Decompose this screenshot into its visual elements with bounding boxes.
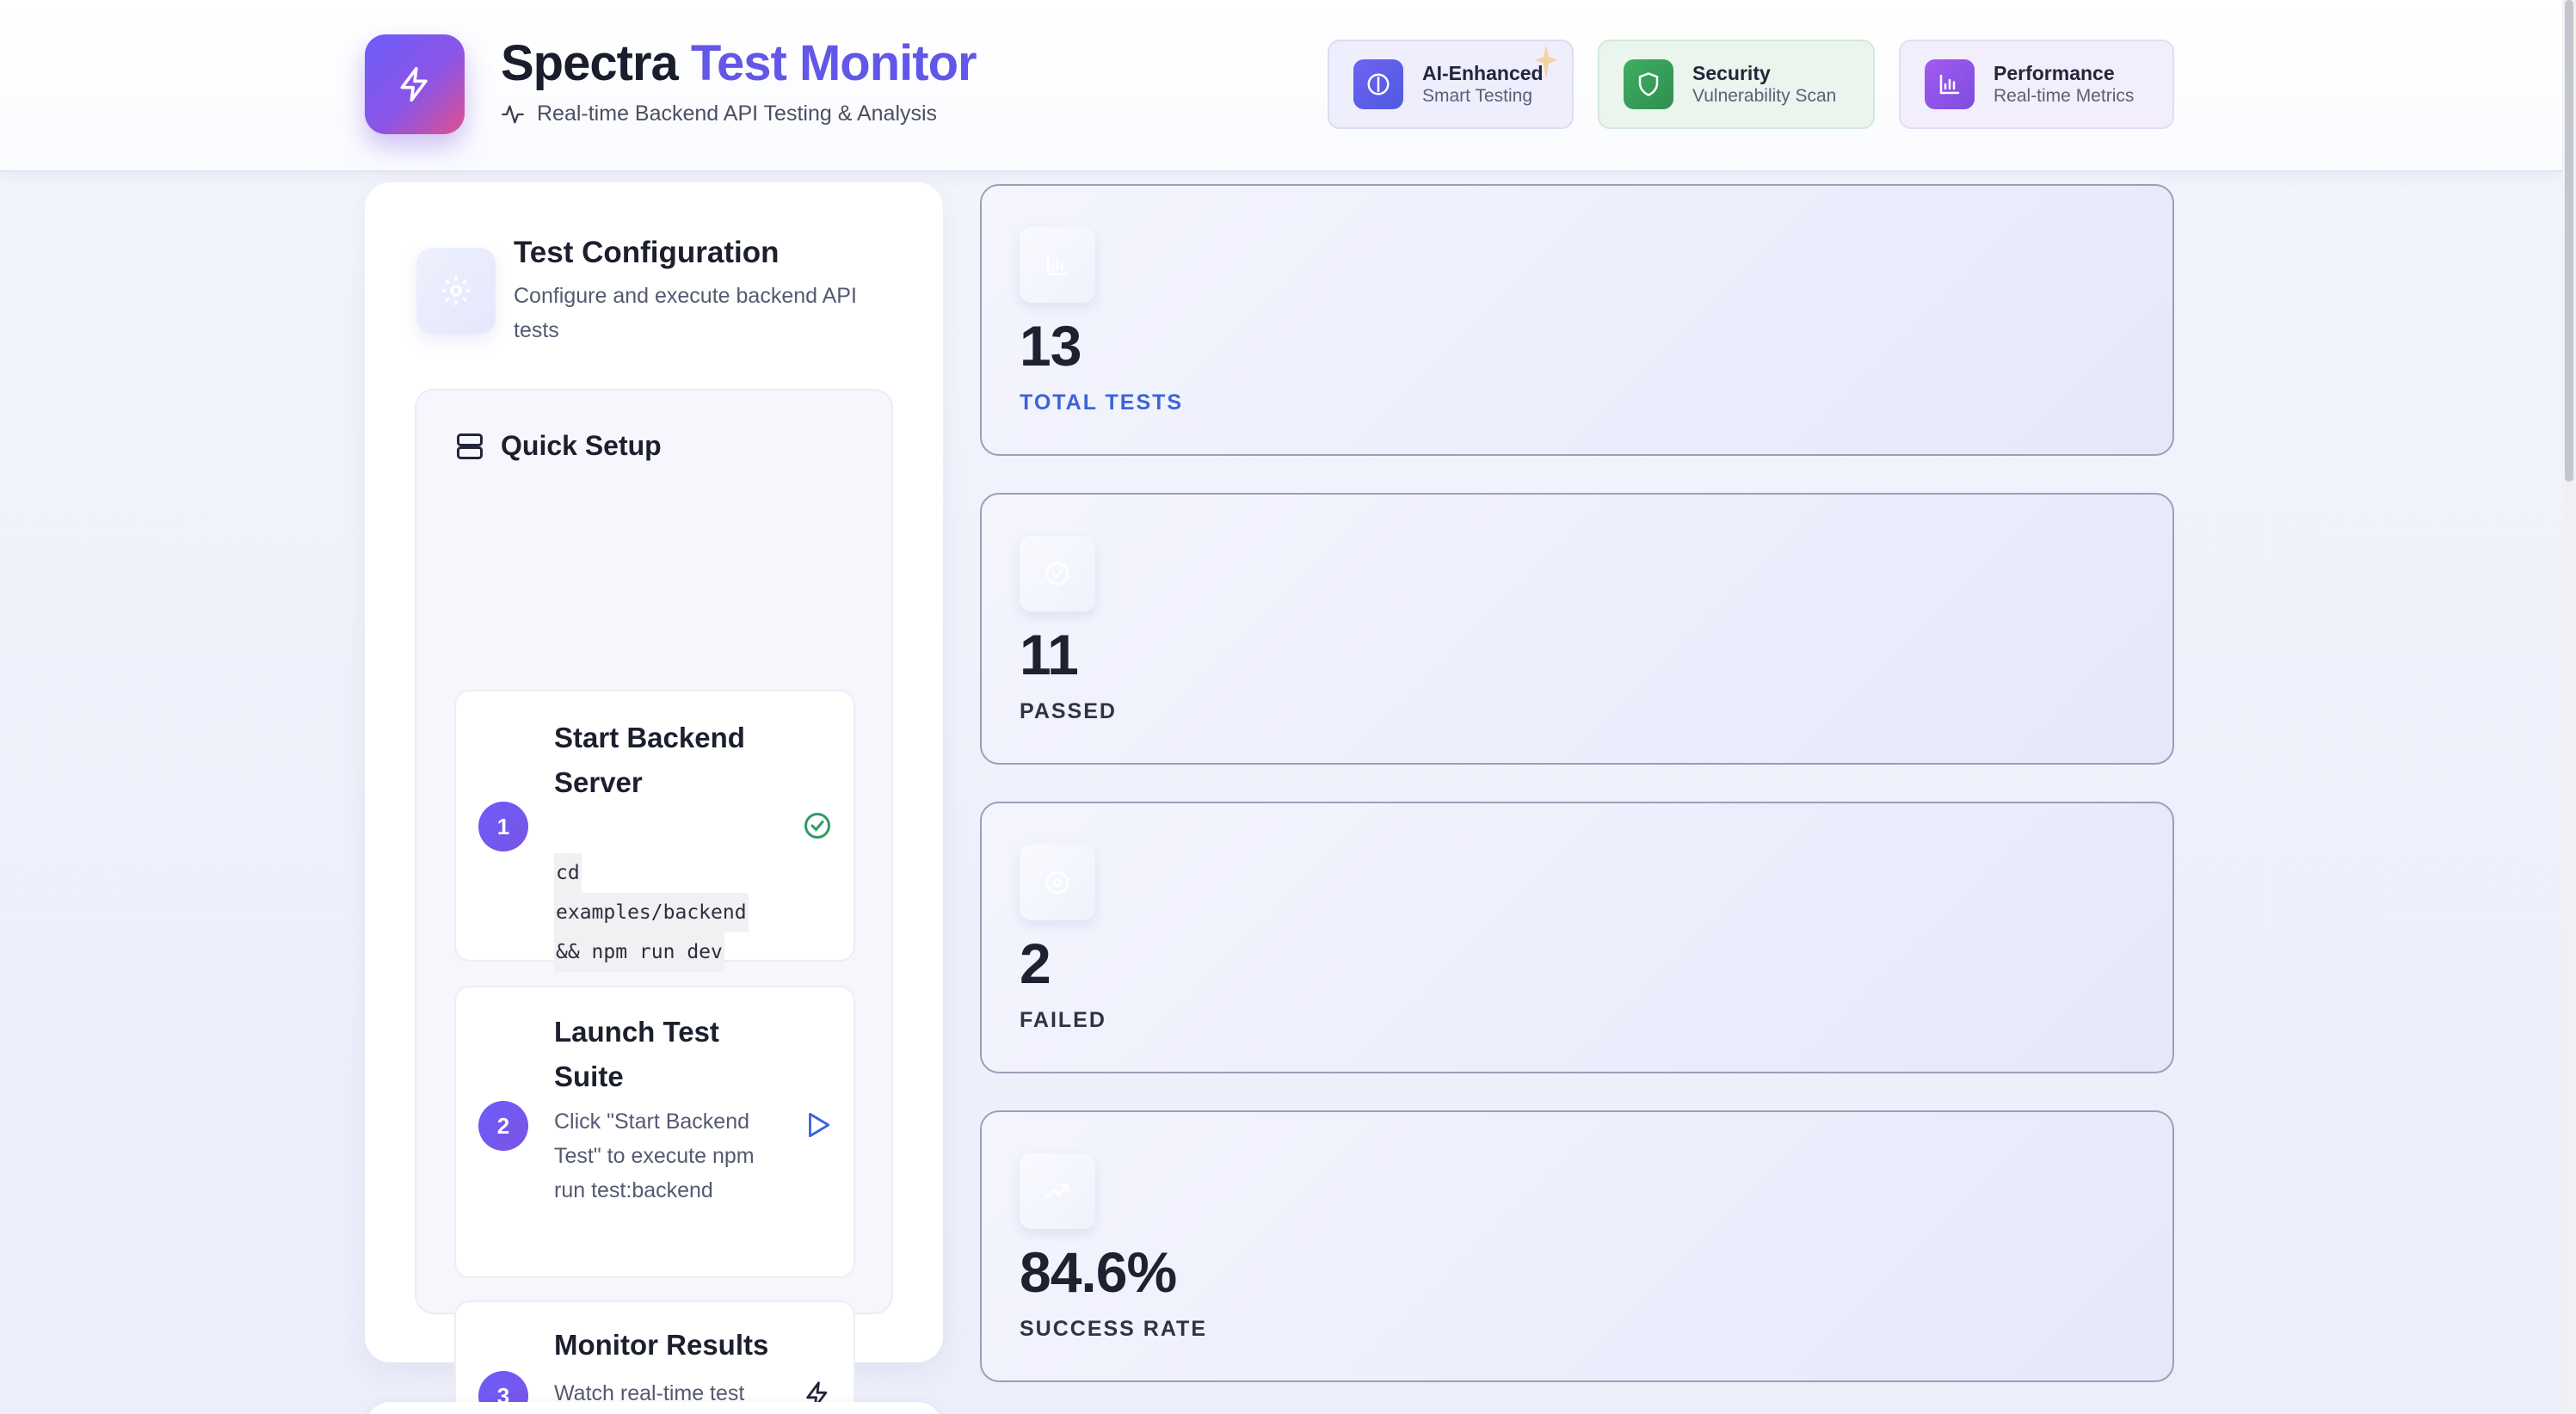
stat-card-total-tests: 13 TOTAL TESTS	[980, 184, 2174, 456]
config-title: Test Configuration	[514, 236, 780, 269]
stat-label: SUCCESS RATE	[1020, 1317, 1208, 1341]
stat-card-passed: 11 PASSED	[980, 493, 2174, 765]
setup-step-3: 3 Monitor Results Watch real-time test e…	[454, 1300, 855, 1414]
x-circle-icon	[1020, 845, 1095, 920]
scrollbar-thumb[interactable]	[2565, 0, 2573, 482]
subtitle-text: Real-time Backend API Testing & Analysis	[537, 101, 938, 126]
step-title: Monitor Results	[554, 1329, 769, 1361]
lightning-bolt-icon	[400, 66, 428, 102]
app-subtitle: Real-time Backend API Testing & Analysis	[501, 101, 937, 126]
app-title: Spectra Test Monitor	[501, 34, 977, 92]
sparkle-icon	[1535, 45, 1557, 79]
step-description: Click "Start Backend Test" to execute np…	[554, 1110, 755, 1202]
quick-setup-header: Quick Setup	[454, 430, 662, 462]
code-line: cd	[554, 853, 582, 893]
setup-step-1: 1 Start Backend Server cd examples/backe…	[454, 690, 855, 972]
test-configuration-panel: Test Configuration Configure and execute…	[365, 182, 943, 1414]
bar-chart-icon	[1925, 59, 1975, 109]
check-circle-icon	[1020, 536, 1095, 612]
stat-value: 13	[1020, 314, 1082, 378]
brand-accent: Test Monitor	[690, 35, 977, 91]
feature-title: Performance	[1994, 62, 2115, 84]
bar-chart-icon	[1020, 227, 1095, 303]
step-code[interactable]: cd examples/backend && npm run dev	[554, 853, 749, 972]
brain-icon	[1353, 59, 1403, 109]
stat-label: FAILED	[1020, 1008, 1106, 1032]
shield-icon	[1624, 59, 1673, 109]
trending-up-icon	[1020, 1153, 1095, 1229]
brand-primary: Spectra	[501, 35, 679, 91]
stat-value: 84.6%	[1020, 1240, 1177, 1304]
feature-subtitle: Smart Testing	[1422, 86, 1532, 106]
feature-badge-security: Security Vulnerability Scan	[1598, 40, 1875, 129]
app-header: Spectra Test Monitor Real-time Backend A…	[0, 0, 2562, 172]
step-title: Start Backend Server	[554, 722, 745, 798]
gear-icon	[416, 248, 496, 334]
quick-setup-title: Quick Setup	[501, 430, 662, 461]
step-number: 1	[478, 802, 528, 851]
server-icon	[457, 433, 483, 459]
stat-card-failed: 2 FAILED	[980, 802, 2174, 1073]
logo	[365, 34, 465, 134]
quick-setup-card: Quick Setup 1 Start Backend Server cd ex…	[415, 389, 893, 1414]
play-icon[interactable]	[800, 1108, 835, 1142]
feature-title: Security	[1692, 62, 1771, 84]
activity-icon	[502, 105, 524, 123]
feature-title: AI-Enhanced	[1422, 62, 1544, 84]
step-number: 2	[478, 1101, 528, 1151]
stat-label: PASSED	[1020, 699, 1117, 723]
stat-value: 2	[1020, 931, 1051, 995]
secondary-panel	[365, 1402, 943, 1414]
step-title: Launch Test Suite	[554, 1016, 719, 1092]
feature-badge-performance: Performance Real-time Metrics	[1899, 40, 2174, 129]
config-description: Configure and execute backend API tests	[514, 284, 857, 342]
feature-subtitle: Vulnerability Scan	[1692, 86, 1837, 106]
stat-label: TOTAL TESTS	[1020, 390, 1184, 415]
check-circle-icon	[800, 808, 835, 843]
stat-card-success-rate: 84.6% SUCCESS RATE	[980, 1110, 2174, 1382]
stat-value: 11	[1020, 623, 1079, 686]
code-line: examples/backend	[554, 893, 749, 932]
code-line: && npm run dev	[554, 932, 724, 972]
setup-step-2: 2 Launch Test Suite Click "Start Backend…	[454, 986, 855, 1278]
feature-subtitle: Real-time Metrics	[1994, 86, 2135, 106]
